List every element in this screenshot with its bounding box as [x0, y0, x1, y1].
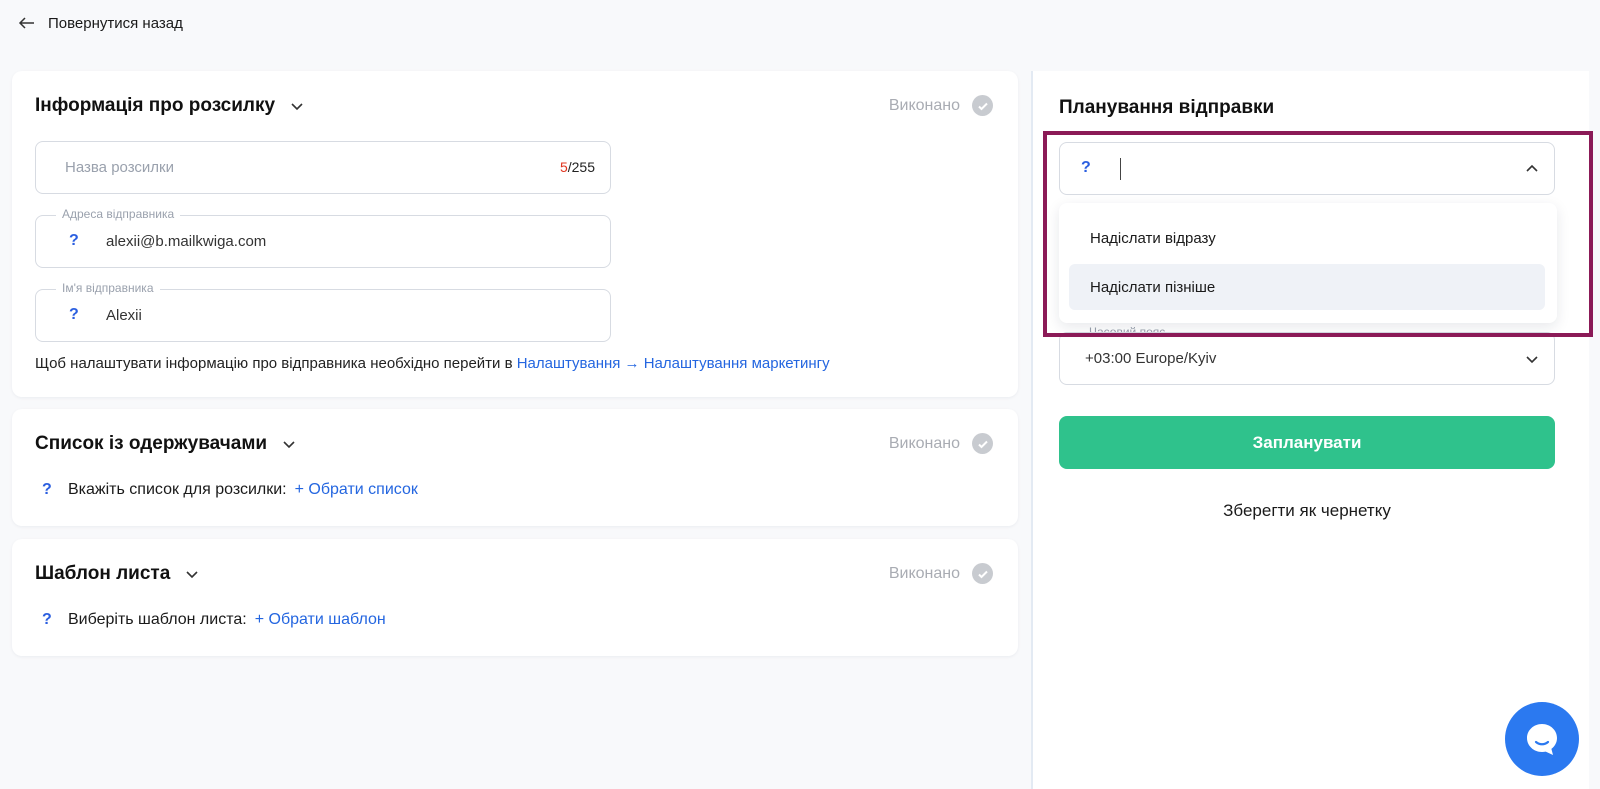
- chevron-down-icon: [186, 571, 198, 579]
- char-counter: 5/255: [560, 159, 595, 175]
- chevron-down-icon: [283, 441, 295, 449]
- status-label: Виконано: [888, 96, 960, 114]
- chat-bubble-icon: [1527, 724, 1557, 755]
- recipients-status: Виконано: [889, 433, 993, 454]
- campaign-info-title: Інформація про розсилку: [35, 95, 276, 116]
- back-link-label: Повернутися назад: [48, 14, 183, 32]
- sender-name-value: Alexii: [106, 307, 142, 324]
- check-circle-icon: [972, 433, 993, 454]
- recipients-card: Список із одержувачами Виконано ? Вкажіт…: [12, 409, 1018, 526]
- status-label: Виконано: [888, 434, 960, 452]
- sender-name-label: Ім'я відправника: [56, 281, 160, 295]
- sender-address-field[interactable]: Адреса відправника ? alexii@b.mailkwiga.…: [35, 207, 611, 268]
- timezone-value: +03:00 Europe/Kyiv: [1085, 350, 1217, 367]
- timezone-select[interactable]: +03:00 Europe/Kyiv: [1059, 332, 1555, 385]
- campaign-info-status: Виконано: [889, 95, 993, 116]
- choose-list-link[interactable]: + Обрати список: [295, 481, 418, 499]
- sender-address-value: alexii@b.mailkwiga.com: [106, 233, 267, 250]
- recipients-row: ? Вкажіть список для розсилки: + Обрати …: [35, 481, 418, 499]
- marketing-settings-link[interactable]: Налаштування → Налаштування маркетингу: [517, 355, 830, 372]
- check-circle-icon: [972, 95, 993, 116]
- chevron-down-icon: [291, 103, 303, 111]
- schedule-button[interactable]: Запланувати: [1059, 416, 1555, 469]
- template-title: Шаблон листа: [35, 563, 171, 584]
- recipients-label: Вкажіть список для розсилки:: [68, 481, 287, 498]
- highlight-frame: [1043, 131, 1593, 337]
- help-icon[interactable]: ?: [69, 232, 79, 250]
- choose-template-link[interactable]: + Обрати шаблон: [255, 611, 386, 629]
- help-icon[interactable]: ?: [35, 481, 68, 499]
- campaign-name-placeholder: Назва розсилки: [65, 159, 174, 176]
- back-link[interactable]: Повернутися назад: [18, 14, 183, 32]
- help-icon[interactable]: ?: [69, 306, 79, 324]
- check-circle-icon: [972, 563, 993, 584]
- hint-text: Щоб налаштувати інформацію про відправни…: [35, 355, 517, 372]
- campaign-name-input[interactable]: Назва розсилки 5/255: [35, 141, 611, 194]
- sender-settings-hint: Щоб налаштувати інформацію про відправни…: [35, 355, 830, 372]
- char-counter-current: 5: [559, 159, 568, 175]
- status-label: Виконано: [888, 564, 960, 582]
- arrow-left-icon: [18, 17, 34, 29]
- schedule-title: Планування відправки: [1059, 97, 1275, 118]
- chat-widget-button[interactable]: [1505, 702, 1579, 776]
- template-card: Шаблон листа Виконано ? Виберіть шаблон …: [12, 539, 1018, 656]
- char-counter-max: /255: [567, 159, 595, 175]
- sender-address-label: Адреса відправника: [56, 207, 181, 221]
- template-header[interactable]: Шаблон листа: [35, 563, 200, 585]
- recipients-title: Список із одержувачами: [35, 433, 268, 454]
- save-draft-button[interactable]: Зберегти як чернетку: [1059, 491, 1555, 531]
- help-icon[interactable]: ?: [35, 611, 68, 629]
- recipients-header[interactable]: Список із одержувачами: [35, 433, 297, 455]
- template-row: ? Виберіть шаблон листа: + Обрати шаблон: [35, 611, 386, 629]
- template-label: Виберіть шаблон листа:: [68, 611, 247, 628]
- sender-name-field[interactable]: Ім'я відправника ? Alexii: [35, 281, 611, 342]
- campaign-info-header[interactable]: Інформація про розсилку: [35, 95, 305, 117]
- chevron-down-icon: [1526, 356, 1538, 364]
- template-status: Виконано: [889, 563, 993, 584]
- campaign-info-card: Інформація про розсилку Виконано Назва р…: [12, 71, 1018, 397]
